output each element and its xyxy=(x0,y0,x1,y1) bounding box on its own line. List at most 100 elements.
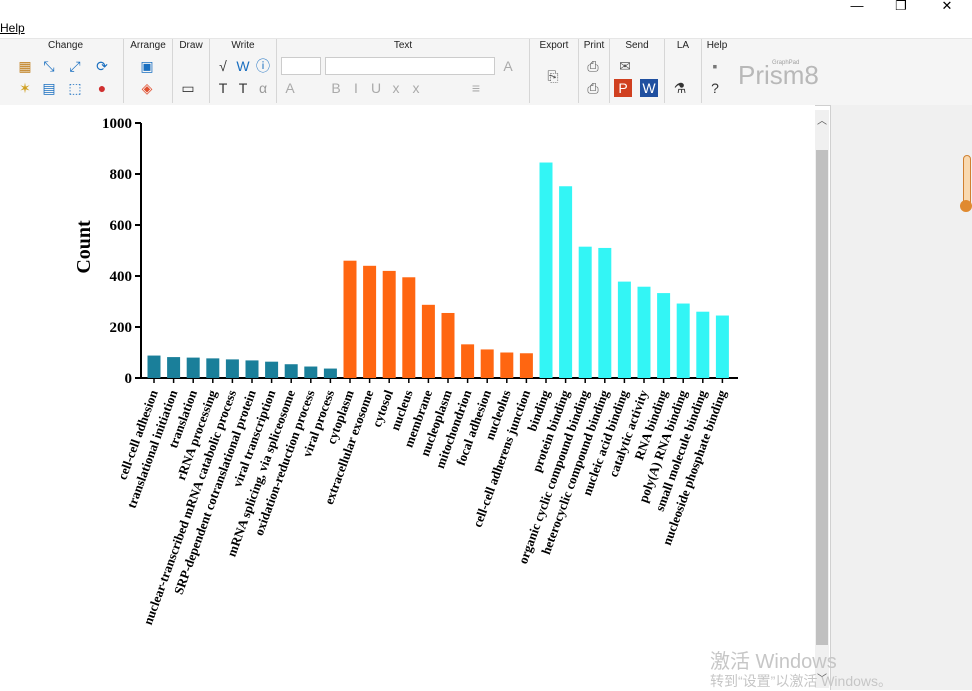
group-print: Print ⎙ ⎙ xyxy=(579,39,610,103)
group-arrange: Arrange ▣ ◈ xyxy=(124,39,173,103)
magic-wand-icon[interactable]: ✶ xyxy=(16,79,34,97)
axis-scale-icon[interactable]: ⤢ xyxy=(66,57,84,75)
y-tick-label: 200 xyxy=(110,320,133,336)
bar xyxy=(461,344,475,378)
superscript-icon[interactable]: x xyxy=(387,79,405,97)
scroll-thumb[interactable] xyxy=(816,150,828,645)
subscript-icon[interactable]: x xyxy=(407,79,425,97)
bold-icon[interactable]: A xyxy=(281,79,299,97)
bar xyxy=(245,360,259,378)
equation-icon[interactable]: √ xyxy=(214,57,232,75)
scroll-up-icon[interactable]: ︿ xyxy=(817,112,827,127)
bar xyxy=(323,368,337,378)
vertical-scrollbar[interactable]: ︿ ﹀ xyxy=(815,110,829,688)
bar xyxy=(519,353,533,378)
bar xyxy=(539,162,553,378)
group-send: Send ✉ P W xyxy=(610,39,665,103)
print-icon[interactable]: ⎙ xyxy=(584,57,602,75)
help-question-icon[interactable]: ? xyxy=(706,79,724,97)
bar xyxy=(578,246,592,378)
bar xyxy=(559,186,573,378)
prism-logo: Prism8 xyxy=(738,60,819,90)
group-help: Help ▪ ? xyxy=(706,40,728,97)
restore-button[interactable]: ❐ xyxy=(886,0,916,14)
graph-page: Count 0 200 400 600 800 1000 cell-cell adhesio… xyxy=(0,105,815,685)
info-icon[interactable]: ⓘ xyxy=(254,57,272,75)
y-tick-label: 400 xyxy=(110,269,133,285)
windows-watermark-title: 激活 Windows xyxy=(710,651,837,673)
text-box-icon[interactable]: T xyxy=(234,79,252,97)
word-icon[interactable]: W xyxy=(234,57,252,75)
color-scheme-icon[interactable]: ● xyxy=(93,79,111,97)
bar xyxy=(637,286,651,378)
bar-chart: Count 02004006008001000cell-cell adhesio… xyxy=(73,116,738,627)
arrange-icon[interactable]: ▣ xyxy=(138,57,156,75)
group-export: Export ⎘ xyxy=(530,39,579,103)
menu-bar: Help xyxy=(0,18,972,38)
bar xyxy=(343,260,357,378)
bar xyxy=(617,281,631,378)
bar xyxy=(167,357,181,378)
y-tick-label: 800 xyxy=(110,167,133,183)
font-family-select[interactable] xyxy=(325,57,495,75)
bar xyxy=(284,364,298,378)
bar xyxy=(500,352,514,378)
text-icon[interactable]: T xyxy=(214,79,232,97)
format-graph-icon[interactable]: ▤ xyxy=(40,79,58,97)
y-tick-label: 1000 xyxy=(102,116,132,132)
bar xyxy=(186,357,200,378)
bar xyxy=(206,358,220,378)
bar xyxy=(402,277,416,378)
bar xyxy=(363,265,377,378)
bar xyxy=(715,315,729,378)
chart-type-icon[interactable]: ▦ xyxy=(16,57,34,75)
italic-icon[interactable]: I xyxy=(347,79,365,97)
group-change: Change ▦ ⤡ ⤢ ⟳ ✶ ▤ ⬚ ● xyxy=(8,39,124,103)
bar xyxy=(304,366,318,378)
flask-icon[interactable]: ⚗ xyxy=(671,79,689,97)
bar xyxy=(598,247,612,378)
right-panel xyxy=(830,105,972,690)
bar xyxy=(696,311,710,378)
ribbon-toolbar: Change ▦ ⤡ ⤢ ⟳ ✶ ▤ ⬚ ● Arrange ▣ ◈ Draw … xyxy=(0,38,972,106)
bar xyxy=(441,312,455,378)
powerpoint-icon[interactable]: P xyxy=(614,79,632,97)
layout-icon[interactable]: ⬚ xyxy=(66,79,84,97)
windows-watermark-subtitle: 转到“设置”以激活 Windows。 xyxy=(710,673,893,689)
title-bar: — ❐ ✕ xyxy=(0,0,972,18)
minimize-button[interactable]: — xyxy=(842,0,872,14)
close-button[interactable]: ✕ xyxy=(932,0,962,14)
bar xyxy=(382,270,396,378)
bar xyxy=(421,304,435,378)
print-preview-icon[interactable]: ⎙ xyxy=(584,79,602,97)
bar xyxy=(147,355,161,378)
group-la: LA ⚗ xyxy=(665,39,702,103)
bar xyxy=(676,303,690,378)
help-book-icon[interactable]: ▪ xyxy=(706,57,724,75)
bar xyxy=(265,361,279,378)
align-icon[interactable]: ◈ xyxy=(138,79,156,97)
bar xyxy=(225,359,239,378)
y-axis-title: Count xyxy=(73,220,95,274)
export-icon[interactable]: ⎘ xyxy=(544,67,562,85)
bold-b-icon[interactable]: B xyxy=(327,79,345,97)
group-draw: Draw ▭ xyxy=(173,39,210,103)
thermometer-bulb-icon xyxy=(960,200,972,212)
bar xyxy=(657,293,671,378)
rotate-icon[interactable]: ⟳ xyxy=(93,57,111,75)
font-color-icon[interactable]: A xyxy=(499,57,517,75)
bar xyxy=(480,349,494,378)
group-write: Write √ W ⓘ T T α xyxy=(210,39,277,103)
underline-icon[interactable]: U xyxy=(367,79,385,97)
greek-alpha-icon[interactable]: α xyxy=(254,79,272,97)
paragraph-align-icon[interactable]: ≡ xyxy=(467,79,485,97)
y-tick-label: 600 xyxy=(110,218,133,234)
menu-help[interactable]: Help xyxy=(0,21,25,35)
group-text: Text A A B I U x x ≡ xyxy=(277,39,530,103)
rectangle-icon[interactable]: ▭ xyxy=(179,79,197,97)
word-send-icon[interactable]: W xyxy=(640,79,658,97)
axes-icon[interactable]: ⤡ xyxy=(40,57,58,75)
email-icon[interactable]: ✉ xyxy=(616,57,634,75)
y-tick-label: 0 xyxy=(125,371,133,387)
font-size-select[interactable] xyxy=(281,57,321,75)
